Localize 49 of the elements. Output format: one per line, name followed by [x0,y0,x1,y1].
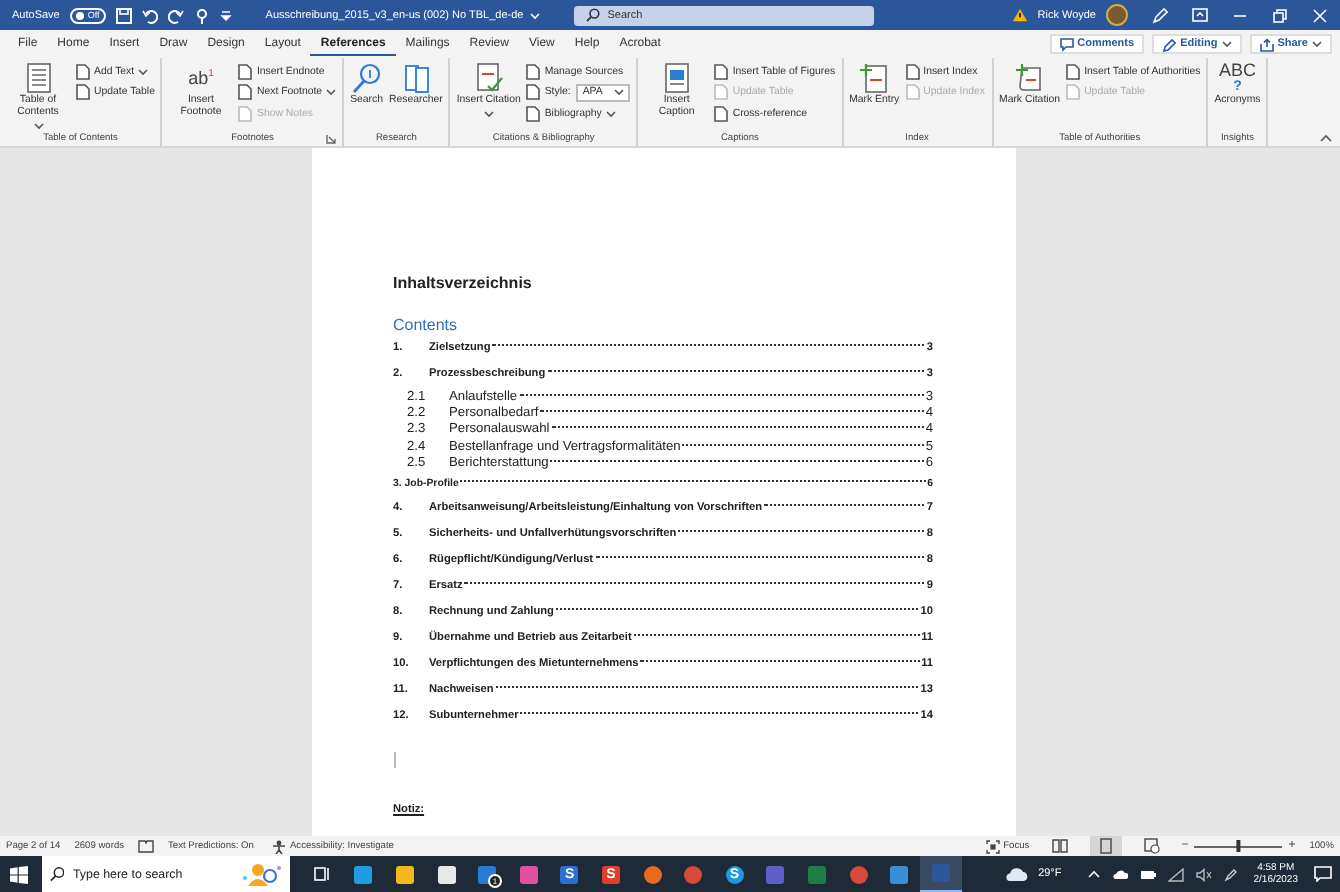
touch-mode-icon[interactable] [193,7,210,23]
comment-icon [1059,37,1074,51]
caret-icon [1221,40,1232,48]
caret-icon [33,121,43,130]
caret-icon [326,88,337,96]
cloud-icon [1004,867,1029,881]
caret-icon [529,11,540,19]
chevron-up-icon[interactable] [1087,870,1100,878]
taskbar-app-button[interactable] [919,856,961,892]
book-check-icon[interactable] [138,839,155,853]
search-icon [585,8,600,22]
cloud-icon[interactable] [1111,869,1128,879]
speaker-icon[interactable] [1195,867,1212,881]
page-icon [1097,838,1114,854]
search-illustration-drawing [242,862,282,886]
task-view-icon [314,866,331,882]
view-button[interactable] [1089,836,1122,856]
close-icon[interactable] [1312,7,1328,23]
windows-start-icon[interactable] [10,865,28,883]
restore-icon[interactable] [1272,7,1288,23]
caret-icon [614,88,625,96]
person-icon [271,839,286,853]
customize-icon[interactable] [219,9,232,21]
share-icon [1259,37,1274,51]
battery-icon[interactable] [1139,869,1156,879]
dialog-launcher-icon[interactable] [326,134,337,144]
warning-icon[interactable] [1011,8,1028,22]
redo-icon[interactable] [167,7,184,23]
ribbon-display-icon[interactable] [1192,8,1208,22]
pencil-icon [1162,37,1177,51]
undo-icon[interactable] [141,7,158,23]
toc-title: Contents [393,316,460,334]
glyph-icon: ab$^{1}$ [188,62,214,94]
pen-icon[interactable] [1223,867,1238,881]
network-icon[interactable] [1167,867,1184,881]
save-icon[interactable] [115,7,132,23]
notification-icon[interactable] [1314,866,1332,882]
caret-icon [1312,40,1322,48]
caret-icon [138,67,149,75]
caret-icon [483,109,494,118]
book-icon [1051,838,1068,854]
heading: Inhaltsverzeichnis [393,274,534,292]
caret-icon [605,109,616,117]
avatar[interactable] [1106,4,1128,26]
collapse-icon[interactable] [1320,134,1332,142]
focus-icon [985,839,1000,853]
search-icon [50,866,65,882]
magnifier-icon [350,62,383,94]
text-cursor [393,752,395,769]
